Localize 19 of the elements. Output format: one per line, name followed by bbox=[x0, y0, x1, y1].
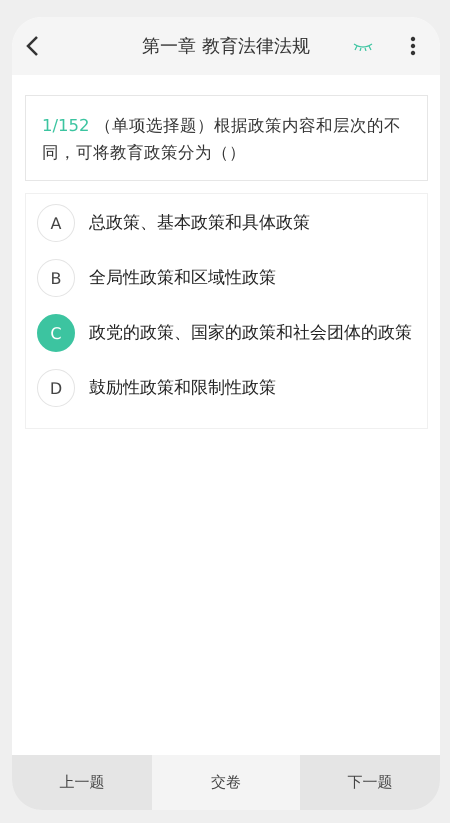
option-letter: D bbox=[37, 369, 75, 407]
submit-button[interactable]: 交卷 bbox=[152, 755, 300, 810]
option-item[interactable]: C 政党的政策、国家的政策和社会团体的政策 bbox=[37, 308, 415, 363]
more-icon[interactable] bbox=[410, 36, 416, 56]
option-letter: C bbox=[37, 314, 75, 352]
back-icon[interactable] bbox=[25, 35, 39, 57]
option-text: 鼓励性政策和限制性政策 bbox=[89, 377, 276, 400]
page-title: 第一章 教育法律法规 bbox=[142, 35, 310, 58]
option-letter: B bbox=[37, 259, 75, 297]
option-item[interactable]: A 总政策、基本政策和具体政策 bbox=[37, 198, 415, 253]
option-item[interactable]: D 鼓励性政策和限制性政策 bbox=[37, 363, 415, 418]
option-item[interactable]: B 全局性政策和区域性政策 bbox=[37, 253, 415, 308]
nav-button[interactable]: 下一题 bbox=[300, 755, 440, 810]
option-letter: A bbox=[37, 204, 75, 242]
option-text: 政党的政策、国家的政策和社会团体的政策 bbox=[89, 322, 412, 345]
option-text: 全局性政策和区域性政策 bbox=[89, 267, 276, 290]
option-text: 总政策、基本政策和具体政策 bbox=[89, 212, 310, 235]
nav-button[interactable]: 上一题 bbox=[12, 755, 152, 810]
question-text: 1/152 （单项选择题）根据政策内容和层次的不同，可将教育政策分为（） bbox=[42, 115, 402, 164]
